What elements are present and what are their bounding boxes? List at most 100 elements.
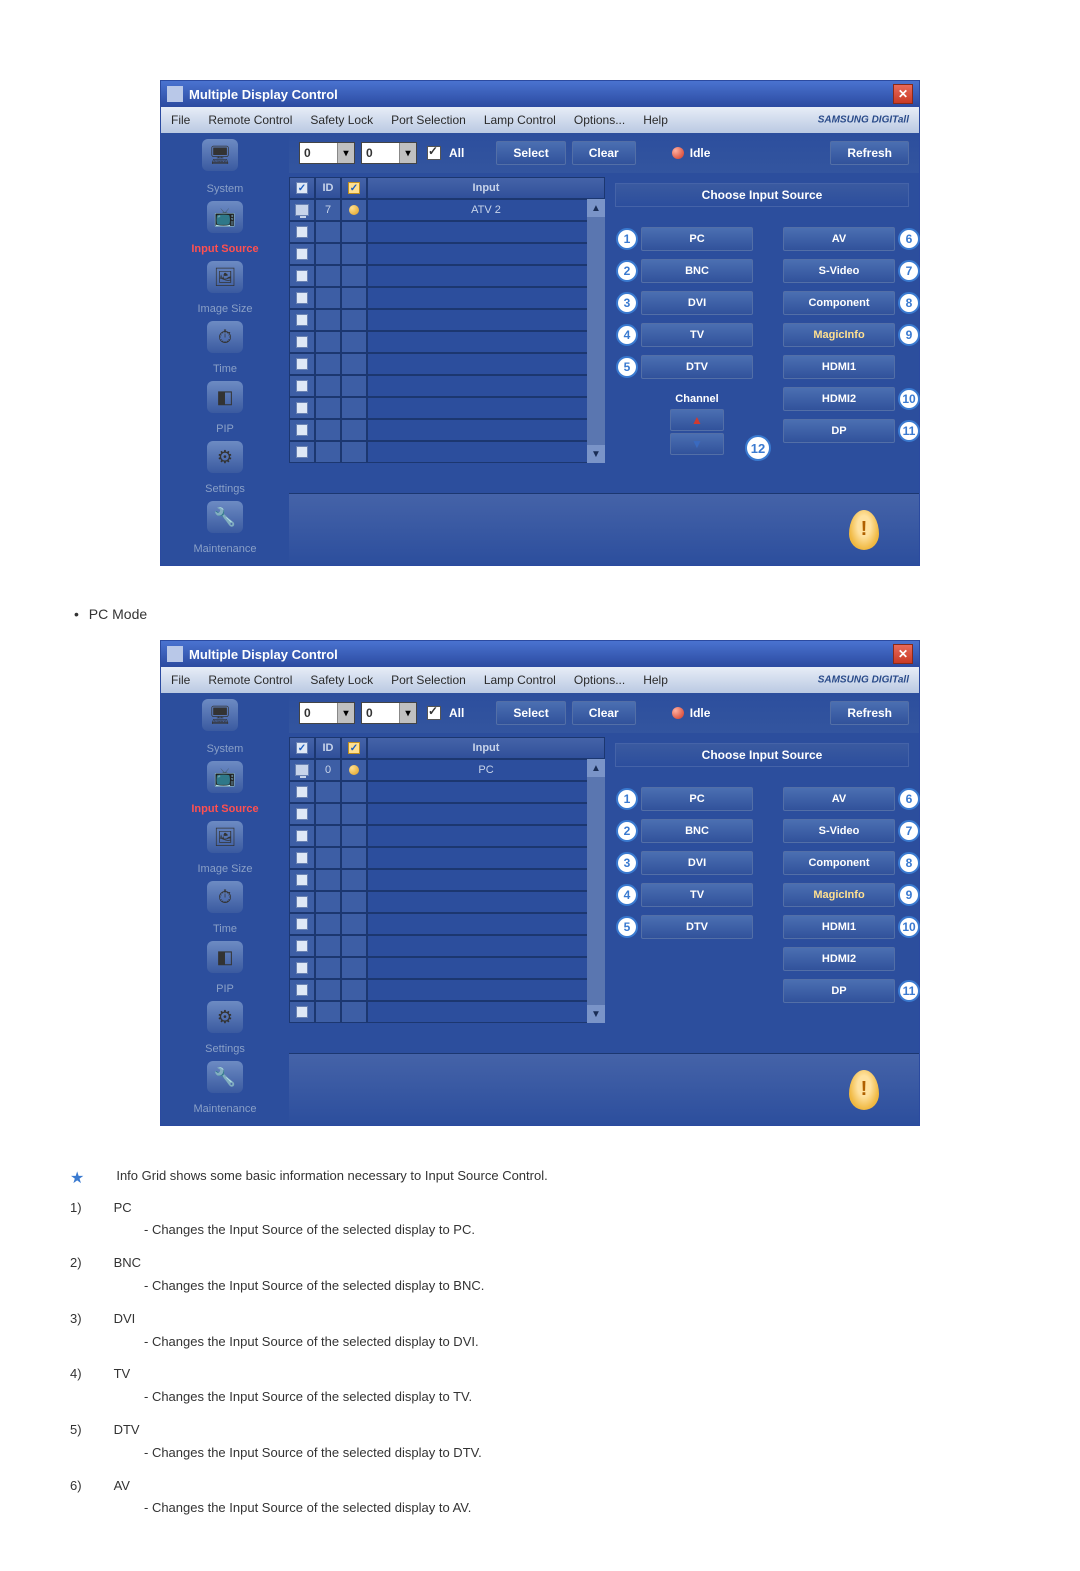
menu-port[interactable]: Port Selection [391, 113, 466, 127]
svideo-button[interactable]: S-Video 7 [783, 819, 895, 843]
magicinfo-button[interactable]: MagicInfo 9 [783, 883, 895, 907]
hdmi2-button[interactable]: HDMI2 10 [783, 387, 895, 411]
dvi-button[interactable]: 3 DVI [641, 291, 753, 315]
drop-1[interactable]: 0 [299, 702, 355, 724]
component-button[interactable]: Component 8 [783, 851, 895, 875]
hdmi1-button[interactable]: HDMI1 [783, 355, 895, 379]
menu-options[interactable]: Options... [574, 113, 625, 127]
clear-button[interactable]: Clear [572, 141, 636, 165]
pip-icon[interactable]: ◧ [207, 941, 243, 973]
channel-up-button[interactable]: ▲ [670, 409, 724, 431]
component-button[interactable]: Component 8 [783, 291, 895, 315]
menu-remote[interactable]: Remote Control [208, 673, 292, 687]
grid-scrollbar[interactable]: ▲ ▼ [587, 759, 605, 1023]
header-checkbox[interactable] [296, 182, 308, 194]
pip-icon[interactable]: ◧ [207, 381, 243, 413]
check-all[interactable] [427, 146, 441, 160]
pc-button[interactable]: 1 PC [641, 787, 753, 811]
system-icon[interactable]: 🖥 [202, 139, 238, 171]
sidebar-item-pip[interactable]: PIP [161, 977, 289, 1001]
settings-icon[interactable]: ⚙ [207, 1001, 243, 1033]
sidebar-item-time[interactable]: Time [161, 357, 289, 381]
menu-remote[interactable]: Remote Control [208, 113, 292, 127]
scroll-down-icon[interactable]: ▼ [587, 1005, 605, 1023]
menu-help[interactable]: Help [643, 113, 668, 127]
menu-safety[interactable]: Safety Lock [310, 673, 373, 687]
scroll-up-icon[interactable]: ▲ [587, 199, 605, 217]
sidebar-item-image-size[interactable]: Image Size [161, 297, 289, 321]
sidebar-item-input-source[interactable]: Input Source [161, 797, 289, 821]
pc-button[interactable]: 1 PC [641, 227, 753, 251]
sidebar-item-time[interactable]: Time [161, 917, 289, 941]
select-button[interactable]: Select [496, 701, 565, 725]
input-source-icon[interactable]: 📺 [207, 201, 243, 233]
idle-indicator: Idle [672, 146, 711, 160]
maintenance-icon[interactable]: 🔧 [207, 501, 243, 533]
input-source-icon[interactable]: 📺 [207, 761, 243, 793]
header-checkbox[interactable] [296, 742, 308, 754]
magicinfo-button[interactable]: MagicInfo 9 [783, 323, 895, 347]
refresh-button[interactable]: Refresh [830, 141, 909, 165]
maintenance-icon[interactable]: 🔧 [207, 1061, 243, 1093]
titlebar[interactable]: Multiple Display Control ✕ [161, 641, 919, 667]
hdmi2-button[interactable]: HDMI2 [783, 947, 895, 971]
close-icon[interactable]: ✕ [893, 644, 913, 664]
image-size-icon[interactable]: 🖼 [207, 261, 243, 293]
sidebar-item-image-size[interactable]: Image Size [161, 857, 289, 881]
bnc-button[interactable]: 2 BNC [641, 259, 753, 283]
drop-2[interactable]: 0 [361, 142, 417, 164]
tv-button[interactable]: 4 TV [641, 323, 753, 347]
titlebar[interactable]: Multiple Display Control ✕ [161, 81, 919, 107]
item-title: PC [114, 1198, 132, 1219]
menu-lamp[interactable]: Lamp Control [484, 113, 556, 127]
menu-lamp[interactable]: Lamp Control [484, 673, 556, 687]
time-icon[interactable]: ⏱ [207, 321, 243, 353]
dtv-button[interactable]: 5 DTV [641, 355, 753, 379]
sidebar-item-system[interactable]: System [161, 737, 289, 761]
footer-area: ! [289, 1053, 919, 1125]
sidebar-item-input-source[interactable]: Input Source [161, 237, 289, 261]
dp-button[interactable]: DP 11 [783, 979, 895, 1003]
menu-help[interactable]: Help [643, 673, 668, 687]
av-button[interactable]: AV 6 [783, 227, 895, 251]
menu-options[interactable]: Options... [574, 673, 625, 687]
hdmi1-button[interactable]: HDMI1 10 [783, 915, 895, 939]
system-icon[interactable]: 🖥 [202, 699, 238, 731]
check-all[interactable] [427, 706, 441, 720]
sidebar-item-maintenance[interactable]: Maintenance [161, 1097, 289, 1121]
menu-port[interactable]: Port Selection [391, 673, 466, 687]
channel-down-button[interactable]: ▼ [670, 433, 724, 455]
dvi-button[interactable]: 3 DVI [641, 851, 753, 875]
sidebar-item-settings[interactable]: Settings [161, 1037, 289, 1061]
table-row[interactable]: 7 ATV 2 [289, 199, 605, 221]
close-icon[interactable]: ✕ [893, 84, 913, 104]
tv-button[interactable]: 4 TV [641, 883, 753, 907]
clear-button[interactable]: Clear [572, 701, 636, 725]
scroll-up-icon[interactable]: ▲ [587, 759, 605, 777]
menu-safety[interactable]: Safety Lock [310, 113, 373, 127]
sidebar-item-settings[interactable]: Settings [161, 477, 289, 501]
settings-icon[interactable]: ⚙ [207, 441, 243, 473]
av-button[interactable]: AV 6 [783, 787, 895, 811]
drop-1[interactable]: 0 [299, 142, 355, 164]
sidebar-item-pip[interactable]: PIP [161, 417, 289, 441]
menu-file[interactable]: File [171, 673, 190, 687]
select-button[interactable]: Select [496, 141, 565, 165]
menu-file[interactable]: File [171, 113, 190, 127]
refresh-button[interactable]: Refresh [830, 701, 909, 725]
grid-scrollbar[interactable]: ▲ ▼ [587, 199, 605, 463]
callout-11: 11 [898, 420, 920, 442]
row-checkbox[interactable] [296, 226, 308, 238]
sidebar-item-system[interactable]: System [161, 177, 289, 201]
bnc-button[interactable]: 2 BNC [641, 819, 753, 843]
dp-button[interactable]: DP 11 [783, 419, 895, 443]
dtv-button[interactable]: 5 DTV [641, 915, 753, 939]
time-icon[interactable]: ⏱ [207, 881, 243, 913]
scroll-down-icon[interactable]: ▼ [587, 445, 605, 463]
table-row[interactable]: 0 PC [289, 759, 605, 781]
sidebar-item-maintenance[interactable]: Maintenance [161, 537, 289, 561]
drop-2[interactable]: 0 [361, 702, 417, 724]
all-label: All [449, 146, 464, 160]
image-size-icon[interactable]: 🖼 [207, 821, 243, 853]
svideo-button[interactable]: S-Video 7 [783, 259, 895, 283]
